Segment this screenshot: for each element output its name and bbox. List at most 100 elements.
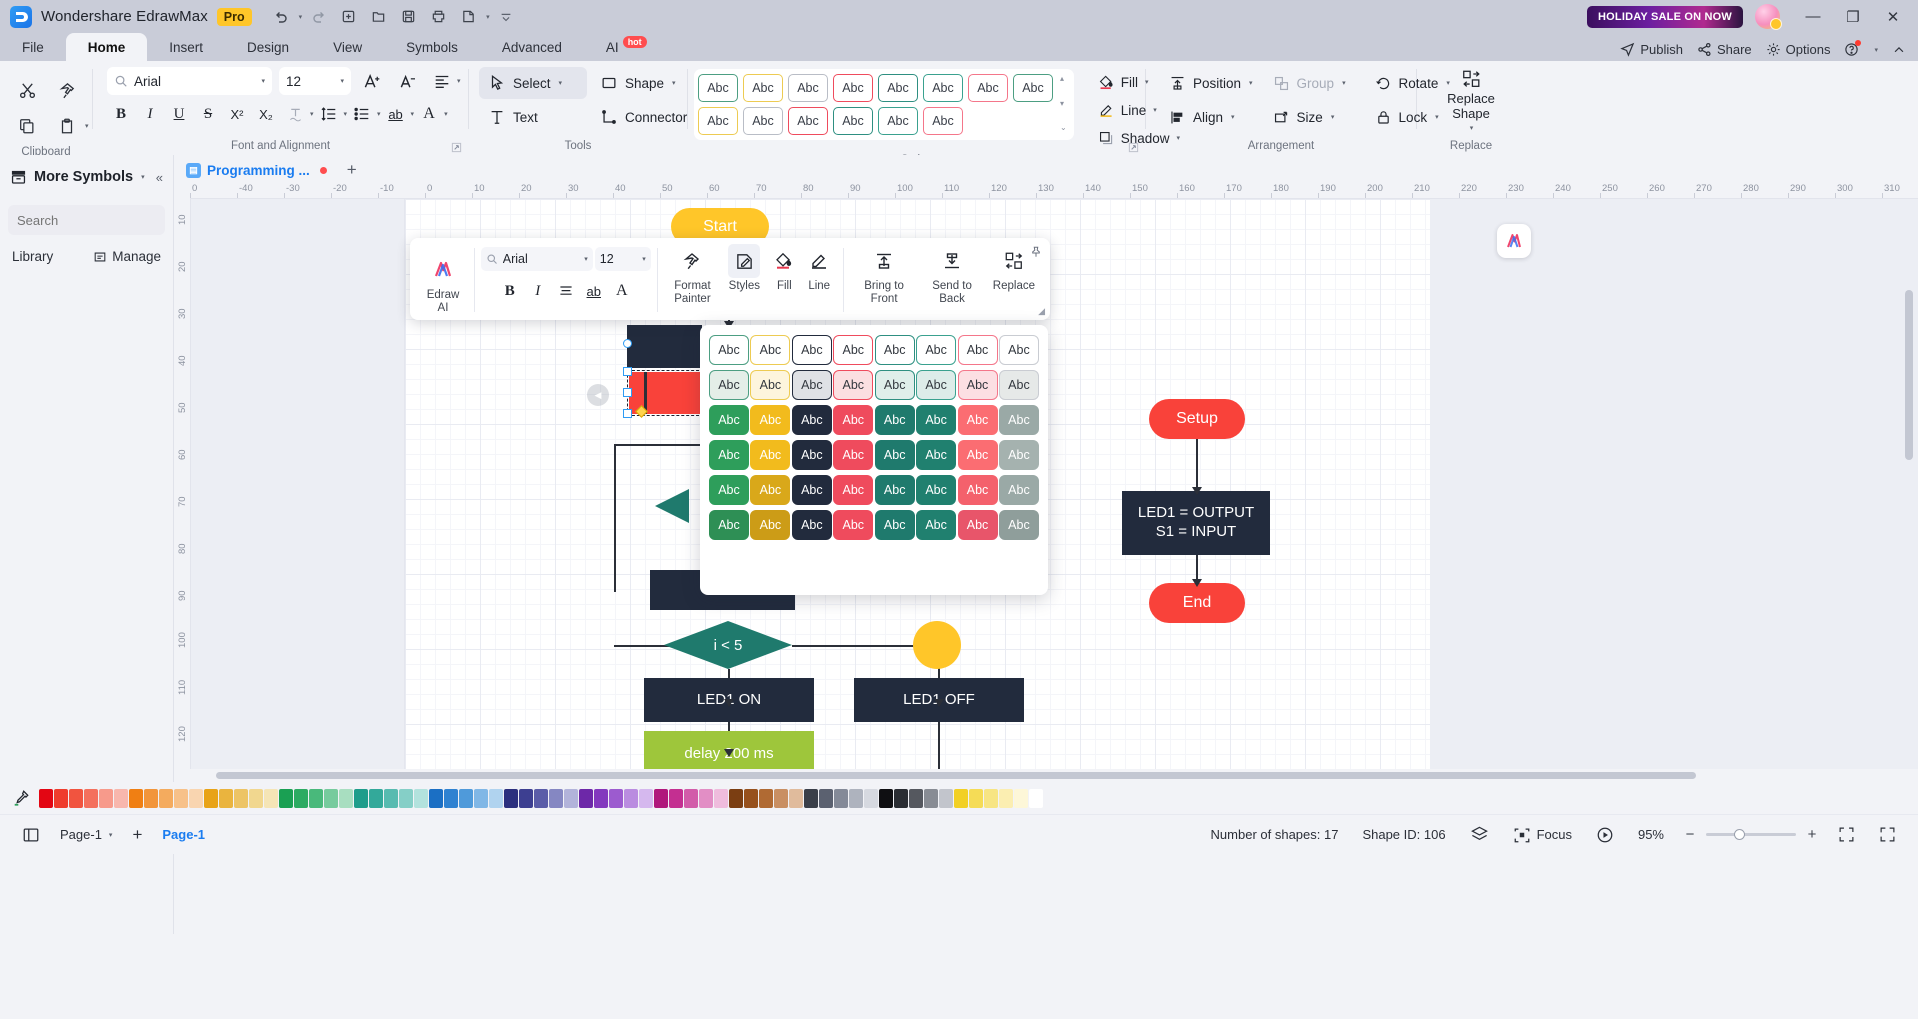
floating-line-button[interactable]: Line (801, 244, 837, 316)
share-button[interactable]: Share (1697, 42, 1752, 57)
canvas-horizontal-scrollbar[interactable] (191, 769, 1918, 782)
ribbon-style-swatch[interactable]: Abc (878, 107, 918, 135)
style-swatch[interactable]: Abc (709, 475, 749, 505)
undo-icon[interactable] (268, 4, 295, 29)
shape-declaration[interactable]: LED1 = OUTPUT S1 = INPUT (1122, 491, 1270, 555)
horizontal-scroll-thumb[interactable] (216, 772, 1696, 779)
shape-dark-upper[interactable] (627, 325, 702, 368)
palette-swatch[interactable] (864, 788, 878, 808)
palette-swatch[interactable] (594, 788, 608, 808)
paste-button[interactable] (50, 109, 84, 143)
style-swatch[interactable]: Abc (874, 370, 915, 400)
style-swatch[interactable]: Abc (709, 370, 749, 400)
floating-font-size-combo[interactable]: ▾ (594, 247, 651, 271)
text-effect-caret-icon[interactable]: ▾ (310, 110, 314, 118)
style-swatch[interactable]: Abc (750, 405, 791, 435)
style-swatch[interactable]: Abc (998, 440, 1039, 470)
palette-swatch[interactable] (264, 788, 278, 808)
palette-swatch[interactable] (1029, 788, 1043, 808)
palette-swatch[interactable] (114, 788, 128, 808)
tab-design[interactable]: Design (225, 33, 311, 61)
bullets-caret-icon[interactable]: ▾ (377, 110, 381, 118)
palette-swatch[interactable] (1014, 788, 1028, 808)
style-swatch[interactable]: Abc (874, 335, 915, 365)
presentation-button[interactable] (1586, 821, 1624, 849)
style-swatch[interactable]: Abc (791, 440, 832, 470)
palette-swatch[interactable] (129, 788, 143, 808)
palette-swatch[interactable] (54, 788, 68, 808)
floating-toolbar-resize-handle[interactable]: ◢ (1038, 306, 1045, 317)
floating-highlight-button[interactable]: ab (581, 278, 607, 304)
palette-swatch[interactable] (654, 788, 668, 808)
palette-swatch[interactable] (384, 788, 398, 808)
shape-end[interactable]: End (1149, 583, 1245, 623)
group-caret-icon[interactable]: ▾ (1342, 79, 1346, 87)
palette-swatch[interactable] (894, 788, 908, 808)
font-family-caret-icon[interactable]: ▾ (261, 77, 265, 85)
resize-handle-tl[interactable] (623, 367, 632, 376)
palette-swatch[interactable] (609, 788, 623, 808)
help-button[interactable] (1844, 40, 1862, 57)
position-caret-icon[interactable]: ▾ (1249, 79, 1253, 87)
font-size-caret-icon[interactable]: ▾ (340, 77, 344, 85)
layers-button[interactable] (1460, 821, 1499, 849)
resize-handle-ml[interactable] (623, 388, 632, 397)
style-swatch[interactable]: Abc (957, 405, 998, 435)
palette-swatch[interactable] (699, 788, 713, 808)
palette-swatch[interactable] (189, 788, 203, 808)
symbol-search-input[interactable] (17, 212, 193, 228)
replace-shape-caret-icon[interactable]: ▾ (1470, 125, 1474, 133)
font-size-input[interactable] (286, 73, 340, 89)
palette-swatch[interactable] (174, 788, 188, 808)
fit-page-button[interactable] (1828, 821, 1865, 849)
styles-gallery-scroll[interactable]: ▴ ▾ ⌄ (1057, 74, 1070, 132)
font-color-caret-icon[interactable]: ▾ (444, 110, 448, 118)
palette-swatch[interactable] (204, 788, 218, 808)
floating-font-family-input[interactable] (502, 252, 579, 266)
shape-teal-arrow[interactable] (655, 489, 689, 523)
palette-swatch[interactable] (639, 788, 653, 808)
collapse-ribbon-button[interactable] (1892, 43, 1906, 57)
focus-mode-button[interactable]: Focus (1503, 821, 1582, 849)
bold-button[interactable]: B (107, 100, 135, 128)
style-swatch[interactable]: Abc (998, 510, 1039, 540)
style-swatch[interactable]: Abc (833, 370, 874, 400)
paragraph-align-caret-icon[interactable]: ▾ (457, 77, 461, 85)
resize-handle-upper[interactable] (623, 339, 632, 348)
floating-align-button[interactable] (553, 278, 579, 304)
floating-font-color-button[interactable]: A (609, 278, 635, 304)
zoom-out-button[interactable]: − (1678, 823, 1702, 847)
palette-swatch[interactable] (789, 788, 803, 808)
palette-swatch[interactable] (294, 788, 308, 808)
style-swatch[interactable]: Abc (998, 370, 1039, 400)
ribbon-style-swatch[interactable]: Abc (1013, 74, 1053, 102)
text-highlight-button[interactable]: ab (382, 100, 410, 128)
font-dialog-launcher[interactable] (451, 142, 462, 153)
palette-swatch[interactable] (534, 788, 548, 808)
horizontal-ruler[interactable]: 0 -40 -30 -20 -10 0 10 20 30 40 50 60 70 80 90 100 110 12… (190, 181, 1918, 199)
palette-swatch[interactable] (474, 788, 488, 808)
palette-swatch[interactable] (324, 788, 338, 808)
palette-swatch[interactable] (969, 788, 983, 808)
palette-swatch[interactable] (339, 788, 353, 808)
palette-swatch[interactable] (504, 788, 518, 808)
select-tool-caret-icon[interactable]: ▾ (559, 79, 563, 87)
zoom-slider[interactable] (1706, 829, 1796, 840)
style-swatch[interactable]: Abc (833, 405, 874, 435)
style-swatch[interactable]: Abc (916, 475, 957, 505)
ribbon-style-swatch[interactable]: Abc (743, 107, 783, 135)
floating-font-family-combo[interactable]: ▾ (480, 247, 593, 271)
palette-swatch[interactable] (39, 788, 53, 808)
copy-button[interactable] (10, 109, 44, 143)
tab-symbols[interactable]: Symbols (384, 33, 480, 61)
options-button[interactable]: Options (1766, 42, 1830, 57)
ribbon-style-swatch[interactable]: Abc (878, 74, 918, 102)
open-folder-icon[interactable] (365, 4, 392, 29)
gallery-expand-icon[interactable]: ⌄ (1060, 123, 1067, 132)
new-icon[interactable] (335, 4, 362, 29)
edraw-ai-orb-button[interactable] (1497, 224, 1531, 258)
style-swatch[interactable]: Abc (750, 475, 791, 505)
tab-home[interactable]: Home (65, 33, 148, 61)
palette-swatch[interactable] (849, 788, 863, 808)
style-swatch[interactable]: Abc (709, 335, 749, 365)
